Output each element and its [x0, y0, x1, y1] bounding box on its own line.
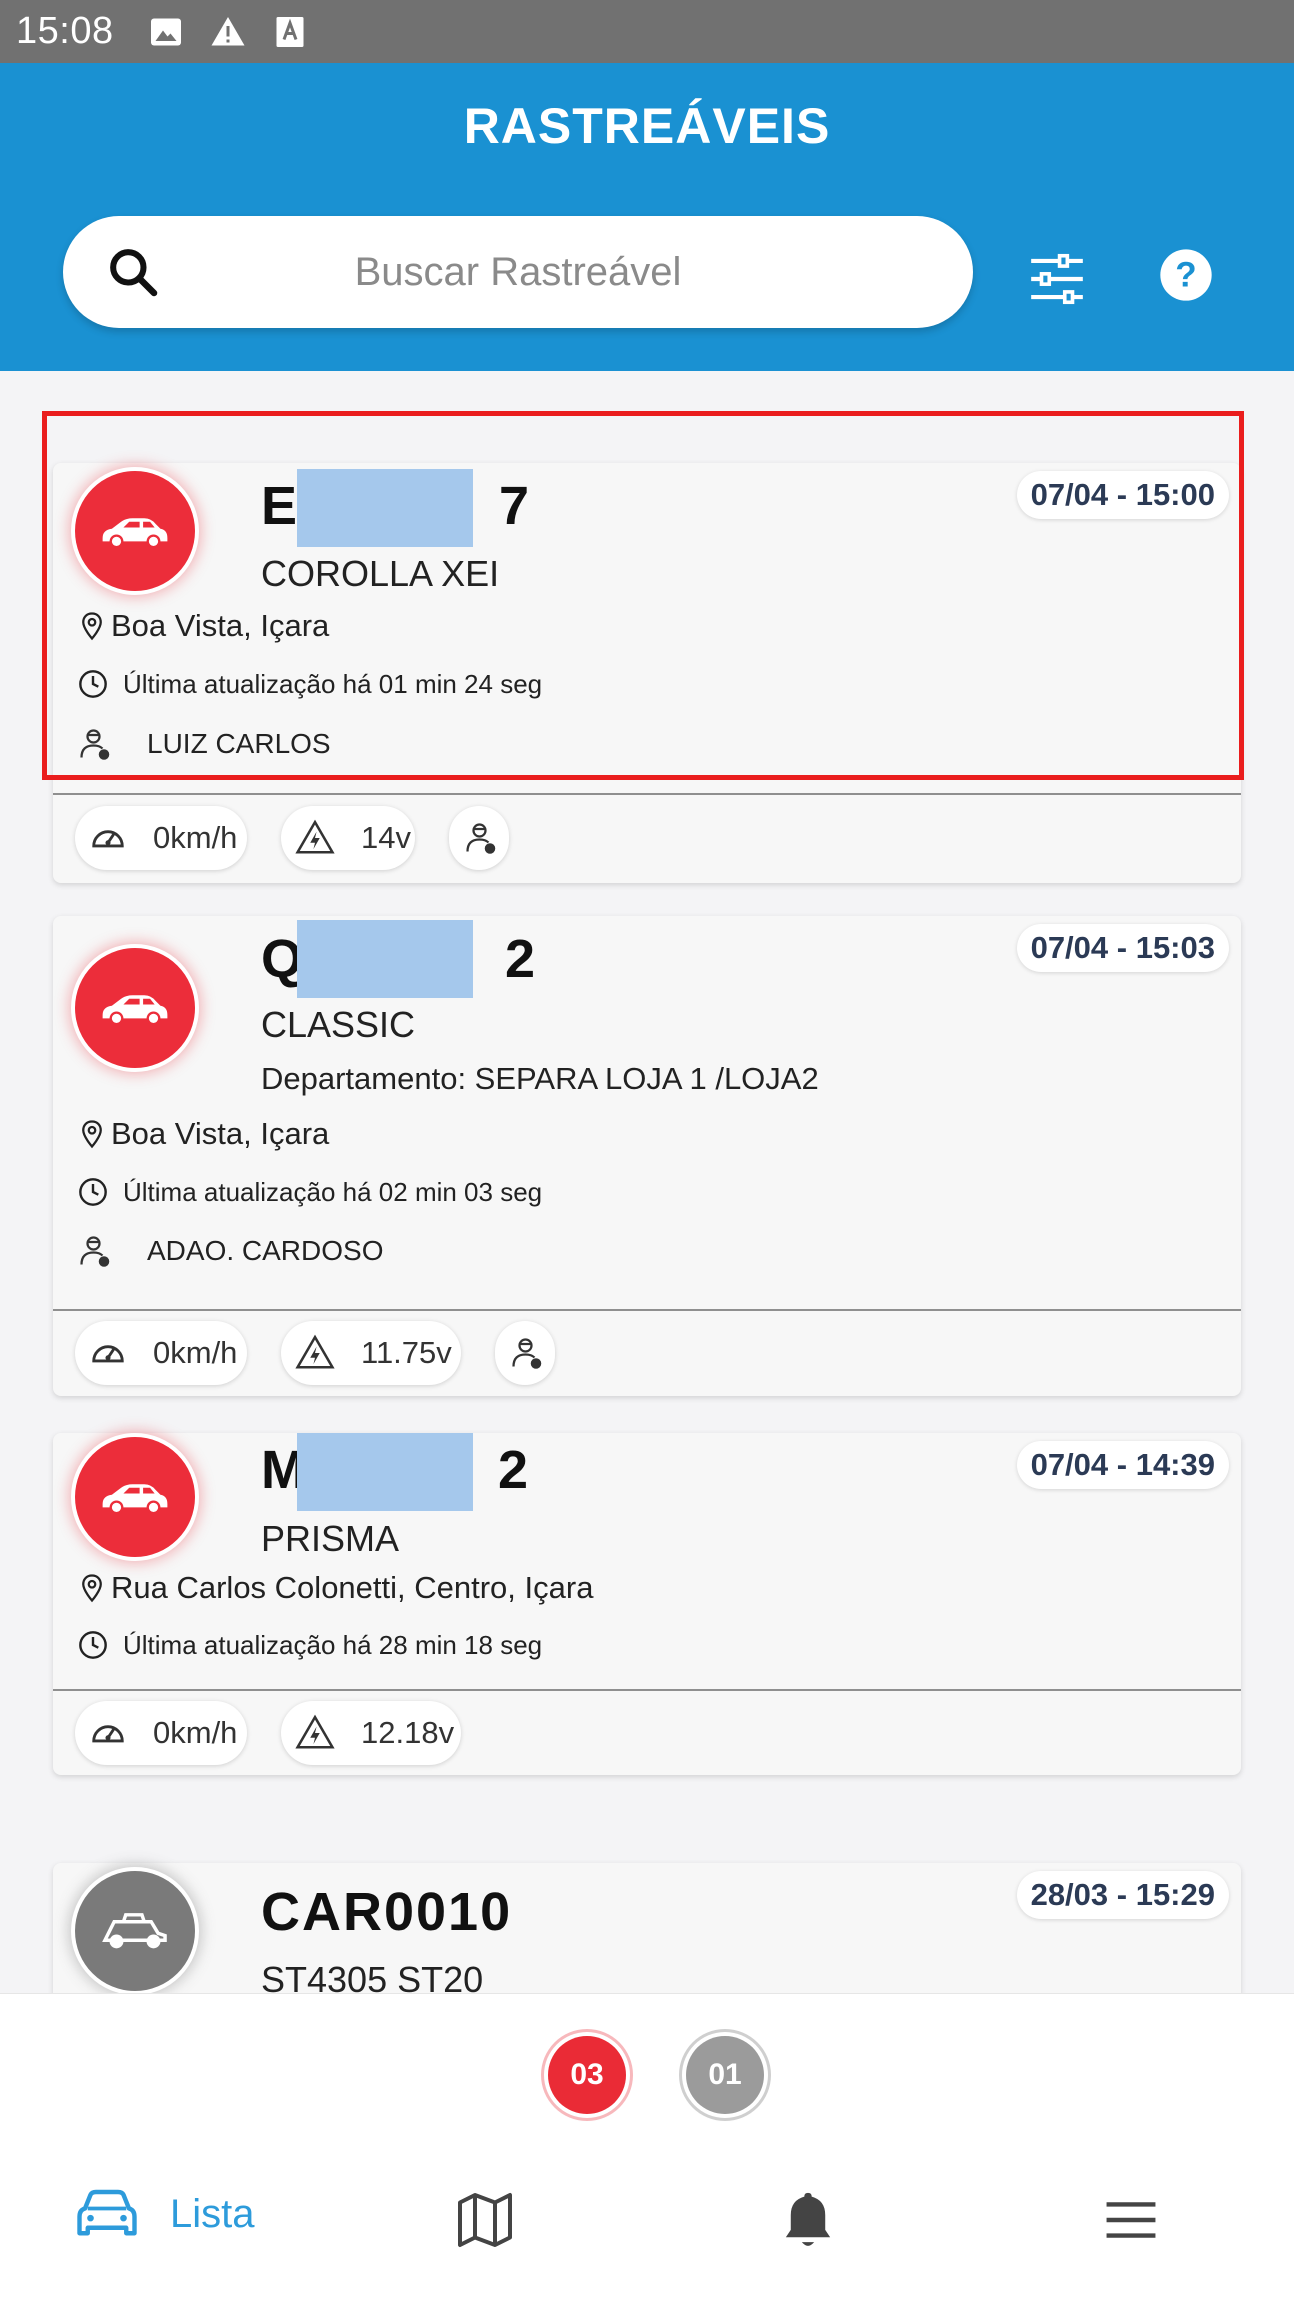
map-icon[interactable]	[455, 2190, 515, 2250]
speed-value: 0km/h	[153, 1715, 238, 1750]
clock-icon	[79, 1631, 107, 1659]
battery-warning-icon	[295, 1714, 335, 1749]
vehicle-plate: CAR0010	[261, 1882, 513, 1942]
inactive-count-badge[interactable]: 01	[686, 2036, 764, 2114]
driver-name: LUIZ CARLOS	[147, 728, 331, 759]
location-row: Rua Carlos Colonetti, Centro, Içara	[77, 1570, 593, 1606]
voltage-chip[interactable]: 12.18v	[281, 1701, 461, 1765]
last-position-date: 07/04 - 15:00	[1016, 471, 1229, 519]
speed-chip[interactable]: 0km/h	[75, 1701, 247, 1765]
voltage-chip[interactable]: 14v	[281, 806, 415, 870]
vehicle-department: Departamento: SEPARA LOJA 1 /LOJA2	[261, 1061, 819, 1096]
nav-list-label: Lista	[170, 2191, 255, 2236]
vehicle-status-avatar	[75, 1871, 195, 1991]
speedometer-icon	[92, 1725, 124, 1743]
vehicle-status-avatar	[75, 471, 195, 591]
status-time: 15:08	[16, 10, 114, 52]
bell-icon[interactable]	[778, 2188, 838, 2252]
plate-redaction	[297, 920, 473, 998]
nav-list[interactable]: Lista	[74, 2174, 255, 2254]
location-text: Rua Carlos Colonetti, Centro, Içara	[111, 1570, 594, 1605]
speedometer-icon	[92, 1345, 124, 1363]
status-icons	[148, 14, 308, 50]
warning-icon	[211, 16, 245, 45]
app-header: RASTREÁVEIS ?	[0, 63, 1294, 371]
card-divider	[53, 1309, 1241, 1311]
vehicle-model: COROLLA XEI	[261, 553, 500, 594]
vehicle-status-avatar	[75, 1437, 195, 1557]
car-icon	[102, 995, 168, 1026]
speed-chip[interactable]: 0km/h	[75, 806, 247, 870]
location-text: Boa Vista, Içara	[111, 1116, 330, 1151]
car-icon	[102, 1484, 168, 1515]
location-pin-icon	[82, 1120, 102, 1149]
voltage-value: 12.18v	[361, 1715, 455, 1750]
driver-name: ADAO. CARDOSO	[147, 1235, 384, 1266]
driver-row: ADAO. CARDOSO	[77, 1232, 383, 1270]
location-pin-icon	[82, 1574, 102, 1603]
active-count-badge[interactable]: 03	[548, 2036, 626, 2114]
last-position-date: 07/04 - 14:39	[1016, 1441, 1229, 1489]
speedometer-icon	[92, 830, 124, 848]
font-icon	[276, 16, 304, 47]
voltage-chip[interactable]: 11.75v	[281, 1321, 461, 1385]
updated-text: Última atualização há 01 min 24 seg	[123, 668, 543, 699]
speed-value: 0km/h	[153, 820, 238, 855]
status-bar: 15:08	[0, 0, 1294, 63]
battery-warning-icon	[295, 1334, 335, 1369]
clock-icon	[79, 1178, 107, 1206]
driver-row: LUIZ CARLOS	[77, 725, 331, 763]
last-position-date: 28/03 - 15:29	[1016, 1871, 1229, 1919]
speed-value: 0km/h	[153, 1335, 238, 1370]
voltage-value: 11.75v	[361, 1335, 452, 1370]
driver-icon	[466, 823, 496, 854]
vehicle-card[interactable]: Q2 CLASSIC Departamento: SEPARA LOJA 1 /…	[53, 916, 1241, 1396]
bottom-navigation: 03 01 Lista	[0, 1993, 1294, 2300]
image-icon	[150, 18, 181, 45]
vehicle-card[interactable]: E7 COROLLA XEI 07/04 - 15:00 Boa Vista, …	[53, 463, 1241, 883]
driver-chip[interactable]	[449, 806, 509, 870]
last-position-date: 07/04 - 15:03	[1016, 924, 1229, 972]
search-box[interactable]	[63, 216, 973, 328]
car-icon	[102, 518, 168, 549]
driver-chip[interactable]	[495, 1321, 555, 1385]
car-icon	[77, 2189, 137, 2236]
plate-redaction	[297, 1433, 473, 1511]
driver-icon	[80, 729, 110, 760]
vehicle-model: CLASSIC	[261, 1004, 416, 1045]
updated-text: Última atualização há 02 min 03 seg	[123, 1176, 543, 1207]
location-row: Boa Vista, Içara	[77, 608, 329, 644]
help-icon[interactable]: ?	[1158, 247, 1214, 303]
card-divider	[53, 1689, 1241, 1691]
updated-row: Última atualização há 28 min 18 seg	[77, 1629, 542, 1661]
voltage-value: 14v	[361, 820, 411, 855]
battery-warning-icon	[295, 819, 335, 854]
vehicle-status-avatar	[75, 948, 195, 1068]
filter-icon[interactable]	[1026, 248, 1088, 310]
menu-icon[interactable]	[1104, 2200, 1158, 2240]
vehicle-list[interactable]: E7 COROLLA XEI 07/04 - 15:00 Boa Vista, …	[0, 371, 1294, 1993]
search-input[interactable]	[63, 216, 973, 328]
svg-text:?: ?	[1175, 256, 1196, 295]
location-text: Boa Vista, Içara	[111, 608, 330, 643]
buggy-icon	[102, 1913, 167, 1949]
vehicle-model: PRISMA	[261, 1518, 400, 1559]
speed-chip[interactable]: 0km/h	[75, 1321, 247, 1385]
driver-icon	[80, 1236, 110, 1267]
location-pin-icon	[82, 612, 102, 641]
updated-text: Última atualização há 28 min 18 seg	[123, 1629, 543, 1660]
vehicle-model: ST4305 ST20	[261, 1959, 484, 1993]
search-icon[interactable]	[105, 244, 161, 300]
vehicle-card[interactable]: CAR0010 ST4305 ST20 28/03 - 15:29	[53, 1863, 1241, 1993]
vehicle-card[interactable]: M2 PRISMA 07/04 - 14:39 Rua Carlos Colon…	[53, 1433, 1241, 1775]
plate-redaction	[297, 469, 473, 547]
driver-icon	[512, 1338, 542, 1369]
updated-row: Última atualização há 01 min 24 seg	[77, 668, 542, 700]
card-divider	[53, 793, 1241, 795]
page-title: RASTREÁVEIS	[463, 98, 831, 154]
location-row: Boa Vista, Içara	[77, 1116, 329, 1152]
updated-row: Última atualização há 02 min 03 seg	[77, 1176, 542, 1208]
clock-icon	[79, 670, 107, 698]
